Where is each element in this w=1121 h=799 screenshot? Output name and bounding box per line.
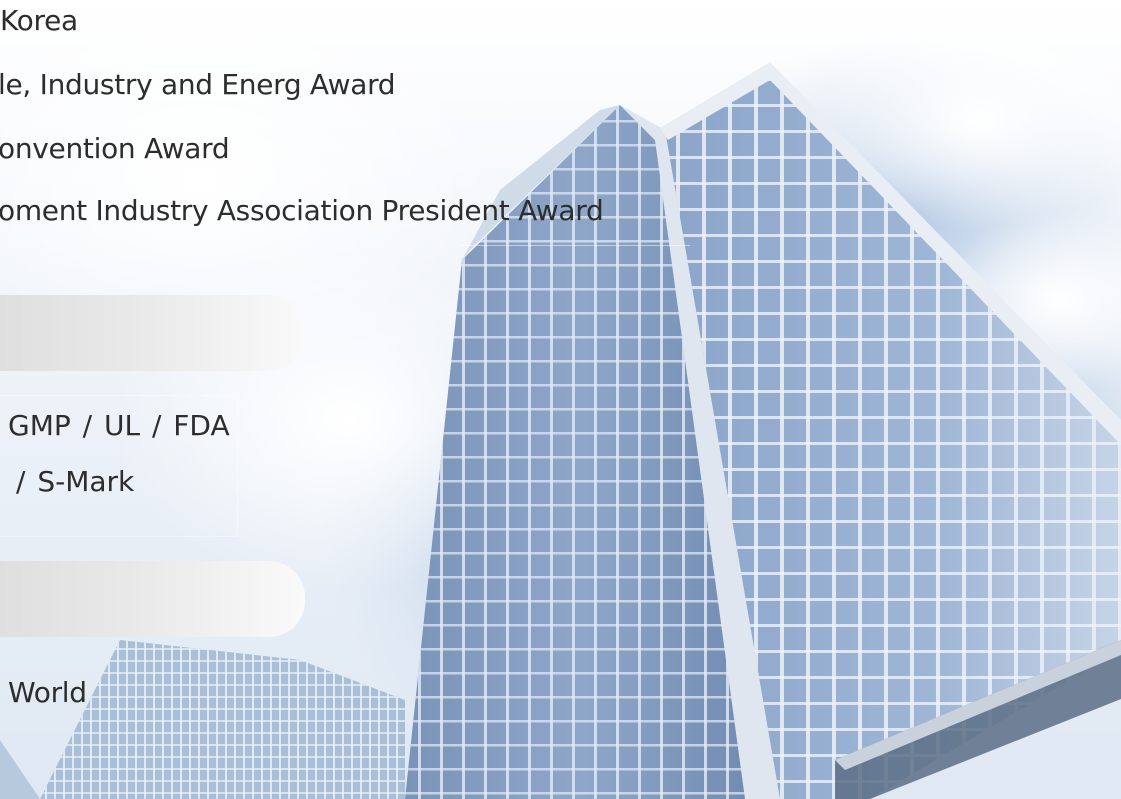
section-header-bar-2 <box>0 561 305 637</box>
overlay-frame-top <box>460 245 690 247</box>
award-line-3: onvention Award <box>0 132 230 165</box>
world-label: World <box>8 676 87 709</box>
award-line-4: oment Industry Association President Awa… <box>0 194 604 227</box>
certification-line-1: GMP / UL / FDA <box>8 409 230 442</box>
award-line-1: Korea <box>0 4 78 37</box>
certification-line-2: / S-Mark <box>16 465 135 498</box>
award-line-2: le, Industry and Energ Award <box>0 68 396 101</box>
section-header-bar <box>0 295 305 371</box>
